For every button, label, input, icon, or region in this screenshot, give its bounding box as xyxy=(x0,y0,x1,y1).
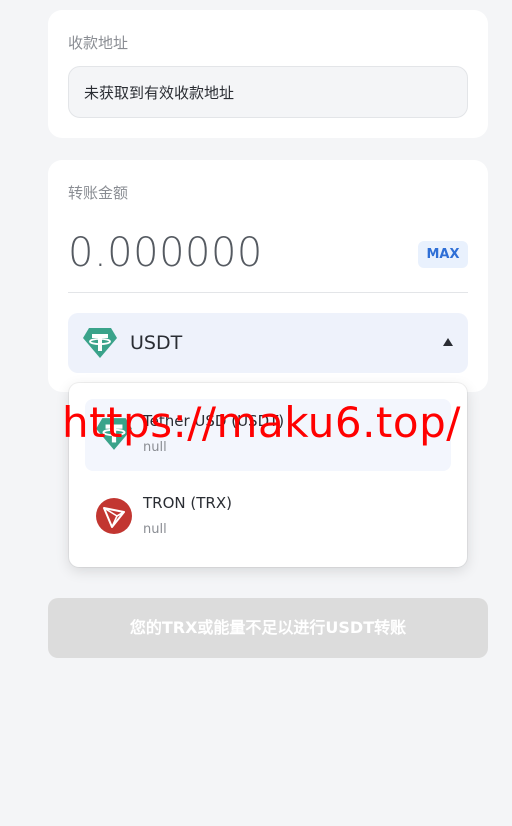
address-field[interactable]: 未获取到有效收款地址 xyxy=(68,66,468,118)
token-select[interactable]: USDT xyxy=(68,313,468,373)
token-name: USDT xyxy=(130,332,183,354)
watermark-text: https://maku6.top/ xyxy=(62,398,461,447)
address-card: 收款地址 未获取到有效收款地址 xyxy=(48,10,488,138)
tether-icon xyxy=(83,328,117,358)
option-subtitle: null xyxy=(143,522,167,537)
address-label: 收款地址 xyxy=(68,34,129,52)
caret-up-icon xyxy=(443,338,453,346)
amount-label: 转账金额 xyxy=(68,184,129,202)
token-option-trx[interactable]: TRON (TRX) null xyxy=(85,481,451,553)
max-button[interactable]: MAX xyxy=(418,241,468,268)
amount-input[interactable]: 0.000000 xyxy=(68,230,263,276)
option-title: TRON (TRX) xyxy=(143,494,232,512)
amount-card: 转账金额 0.000000 MAX USDT xyxy=(48,160,488,392)
tron-icon xyxy=(96,498,132,534)
divider xyxy=(68,292,468,293)
submit-button[interactable]: 您的TRX或能量不足以进行USDT转账 xyxy=(48,598,488,658)
